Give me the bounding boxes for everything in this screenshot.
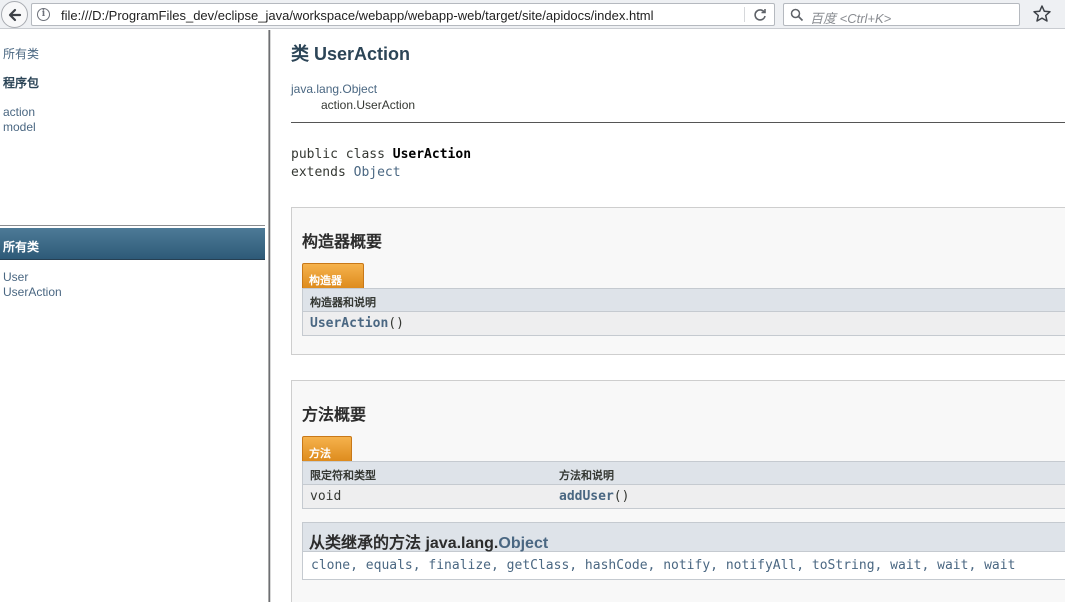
- constructor-table-header: 构造器和说明: [302, 288, 1065, 312]
- method-link[interactable]: addUser: [559, 489, 614, 504]
- back-button[interactable]: [1, 1, 28, 28]
- frame-divider[interactable]: [268, 30, 271, 602]
- inherited-methods-prefix: 从类继承的方法 java.lang.: [309, 535, 499, 552]
- inherited-methods-header: 从类继承的方法 java.lang.Object: [302, 522, 1065, 552]
- signature-extends: extends: [291, 165, 354, 180]
- constructor-tab: 构造器: [302, 263, 364, 289]
- constructor-tab-label: 构造器: [309, 274, 342, 287]
- methods-tab: 方法: [302, 436, 352, 462]
- all-classes-bar: 所有类: [0, 228, 265, 260]
- url-text[interactable]: file:///D:/ProgramFiles_dev/eclipse_java…: [61, 8, 654, 23]
- method-summary-title: 方法概要: [302, 405, 367, 424]
- search-bar[interactable]: 百度 <Ctrl+K>: [783, 3, 1020, 26]
- search-icon: [790, 8, 804, 22]
- info-icon[interactable]: i: [37, 8, 50, 21]
- method-description-column-header: 方法和说明: [559, 469, 614, 482]
- signature-modifiers: public class: [291, 147, 393, 162]
- bookmark-star-icon[interactable]: [1032, 4, 1052, 24]
- method-summary: 方法概要 方法 限定符和类型 方法和说明 void addUser() 从类继承…: [291, 380, 1065, 602]
- inherited-methods-list: clone, equals, finalize, getClass, hashC…: [302, 552, 1065, 580]
- packages-heading: 程序包: [3, 76, 40, 90]
- class-signature-line-1: public class UserAction: [291, 147, 471, 162]
- frame-separator[interactable]: [0, 225, 265, 226]
- superclass-link[interactable]: java.lang.Object: [291, 82, 377, 96]
- inherited-method-links[interactable]: clone, equals, finalize, getClass, hashC…: [311, 558, 1015, 573]
- constructor-column-header: 构造器和说明: [310, 296, 376, 309]
- class-link-user[interactable]: User: [3, 270, 28, 284]
- divider: [291, 122, 1065, 123]
- package-link-action[interactable]: action: [3, 105, 35, 119]
- method-params: (): [613, 489, 630, 504]
- constructor-entry: UserAction(): [310, 316, 404, 331]
- methods-tab-label: 方法: [309, 447, 331, 460]
- constructor-summary-title: 构造器概要: [302, 232, 383, 251]
- modifier-type-column-header: 限定符和类型: [310, 469, 376, 482]
- left-navigation-frames: 所有类 程序包 action model 所有类 User UserAction: [0, 30, 268, 602]
- constructor-params: (): [388, 316, 404, 331]
- back-arrow-icon: [8, 8, 22, 22]
- table-row: UserAction(): [302, 312, 1065, 336]
- inherited-methods-title: 从类继承的方法 java.lang.Object: [309, 529, 548, 553]
- table-row: void addUser(): [302, 485, 1065, 509]
- address-bar[interactable]: i file:///D:/ProgramFiles_dev/eclipse_ja…: [31, 3, 775, 26]
- all-classes-link[interactable]: 所有类: [3, 45, 39, 62]
- address-bar-separator: [744, 7, 745, 22]
- method-return-type: void: [310, 489, 342, 504]
- reload-icon[interactable]: [752, 7, 768, 23]
- signature-superclass-link[interactable]: Object: [354, 165, 401, 180]
- current-class-label: action.UserAction: [321, 98, 416, 112]
- constructor-link[interactable]: UserAction: [310, 316, 388, 331]
- package-link-model[interactable]: model: [3, 120, 36, 134]
- method-entry: addUser(): [559, 489, 629, 504]
- all-classes-bar-title: 所有类: [3, 240, 40, 254]
- constructor-summary: 构造器概要 构造器 构造器和说明 UserAction(): [291, 207, 1065, 355]
- page-title: 类 UserAction: [291, 44, 411, 64]
- inherited-class-link[interactable]: Object: [498, 535, 548, 552]
- browser-toolbar: i file:///D:/ProgramFiles_dev/eclipse_ja…: [0, 0, 1065, 29]
- signature-class-name: UserAction: [392, 147, 472, 162]
- class-documentation: 类 UserAction java.lang.Object action.Use…: [272, 30, 1065, 602]
- search-placeholder[interactable]: 百度 <Ctrl+K>: [810, 8, 891, 27]
- class-signature-line-2: extends Object: [291, 165, 401, 180]
- method-table-header: 限定符和类型 方法和说明: [302, 461, 1065, 485]
- class-link-useraction[interactable]: UserAction: [3, 285, 62, 299]
